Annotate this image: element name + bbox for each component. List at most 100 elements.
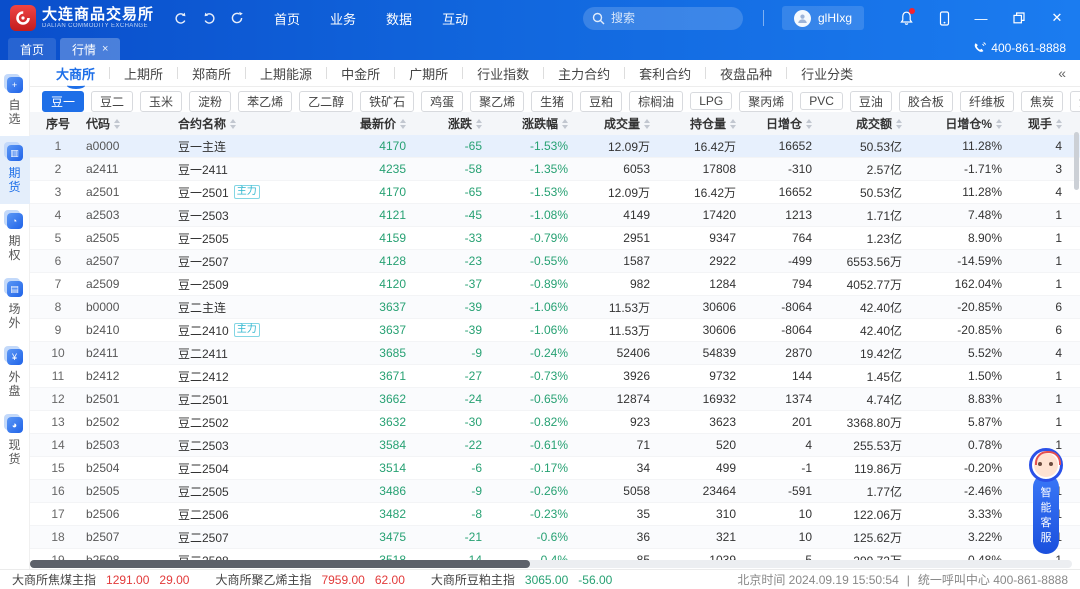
notifications-bell-icon[interactable]: [894, 6, 918, 30]
commodity-chip-12[interactable]: LPG: [690, 92, 732, 110]
exchange-tab-10[interactable]: 行业分类: [787, 64, 867, 83]
table-row[interactable]: 17b2506豆二25063482-8-0.23%3531010122.06万3…: [30, 503, 1080, 526]
commodity-chip-18[interactable]: 焦炭: [1021, 91, 1063, 112]
commodity-chip-14[interactable]: PVC: [800, 92, 843, 110]
smart-customer-service-button[interactable]: 智能客服: [1028, 448, 1064, 554]
column-header-5[interactable]: 涨跌幅: [496, 112, 582, 135]
table-row[interactable]: 2a2411豆一24114235-58-1.35%605317808-3102.…: [30, 158, 1080, 181]
sidebar-item-5[interactable]: ◕现货: [0, 408, 30, 476]
nav-item-1[interactable]: 业务: [328, 5, 358, 32]
table-row[interactable]: 13b2502豆二25023632-30-0.82%92336232013368…: [30, 411, 1080, 434]
commodity-chip-17[interactable]: 纤维板: [960, 91, 1014, 112]
table-row[interactable]: 3a2501豆一2501主力4170-65-1.53%12.09万16.42万1…: [30, 181, 1080, 204]
index-quote-1[interactable]: 大商所聚乙烯主指7959.0062.00: [215, 571, 404, 588]
sort-icon[interactable]: [114, 119, 120, 129]
table-row[interactable]: 14b2503豆二25033584-22-0.61%715204255.53万0…: [30, 434, 1080, 457]
column-header-6[interactable]: 成交量: [582, 112, 664, 135]
minimize-button[interactable]: —: [968, 6, 994, 30]
window-tab-1[interactable]: 行情×: [60, 38, 120, 60]
collapse-icon[interactable]: «: [1054, 65, 1070, 81]
sort-icon[interactable]: [400, 119, 406, 129]
column-header-4[interactable]: 涨跌: [420, 112, 496, 135]
commodity-chip-10[interactable]: 豆粕: [580, 91, 622, 112]
commodity-chip-7[interactable]: 鸡蛋: [421, 91, 463, 112]
column-header-11[interactable]: 现手: [1016, 112, 1076, 135]
exchange-tab-6[interactable]: 行业指数: [463, 64, 543, 83]
close-tab-icon[interactable]: ×: [102, 43, 108, 55]
exchange-tab-5[interactable]: 广期所: [395, 64, 462, 83]
index-quote-0[interactable]: 大商所焦煤主指1291.0029.00: [12, 571, 189, 588]
commodity-chip-16[interactable]: 胶合板: [899, 91, 953, 112]
commodity-chip-2[interactable]: 玉米: [140, 91, 182, 112]
column-header-0[interactable]: 序号: [30, 112, 86, 135]
table-row[interactable]: 18b2507豆二25073475-21-0.6%3632110125.62万3…: [30, 526, 1080, 549]
commodity-chip-5[interactable]: 乙二醇: [299, 91, 353, 112]
commodity-chip-0[interactable]: 豆一: [42, 91, 84, 112]
search-input[interactable]: [583, 7, 743, 30]
table-row[interactable]: 11b2412豆二24123671-27-0.73%392697321441.4…: [30, 365, 1080, 388]
table-row[interactable]: 12b2501豆二25013662-24-0.65%12874169321374…: [30, 388, 1080, 411]
sort-icon[interactable]: [806, 119, 812, 129]
commodity-chip-8[interactable]: 聚乙烯: [470, 91, 524, 112]
exchange-tab-4[interactable]: 中金所: [327, 64, 394, 83]
table-row[interactable]: 10b2411豆二24113685-9-0.24%524065483928701…: [30, 342, 1080, 365]
table-row[interactable]: 15b2504豆二25043514-6-0.17%34499-1119.86万-…: [30, 457, 1080, 480]
restore-button[interactable]: [1006, 6, 1032, 30]
exchange-tab-9[interactable]: 夜盘品种: [706, 64, 786, 83]
commodity-chip-13[interactable]: 聚丙烯: [739, 91, 793, 112]
sidebar-item-0[interactable]: +自选: [0, 68, 30, 136]
nav-item-3[interactable]: 互动: [440, 5, 470, 32]
sort-icon[interactable]: [476, 119, 482, 129]
commodity-chip-9[interactable]: 生猪: [531, 91, 573, 112]
sidebar-item-2[interactable]: ◔期权: [0, 204, 30, 272]
table-row[interactable]: 9b2410豆二2410主力3637-39-1.06%11.53万30606-8…: [30, 319, 1080, 342]
commodity-chip-4[interactable]: 苯乙烯: [238, 91, 292, 112]
sort-icon[interactable]: [896, 119, 902, 129]
user-menu[interactable]: glHIxg: [782, 6, 864, 30]
commodity-chip-6[interactable]: 铁矿石: [360, 91, 414, 112]
table-row[interactable]: 7a2509豆一25094120-37-0.89%98212847944052.…: [30, 273, 1080, 296]
table-row[interactable]: 8b0000豆二主连3637-39-1.06%11.53万30606-80644…: [30, 296, 1080, 319]
horizontal-scrollbar-thumb[interactable]: [30, 560, 530, 568]
commodity-chip-15[interactable]: 豆油: [850, 91, 892, 112]
sort-icon[interactable]: [730, 119, 736, 129]
column-header-2[interactable]: 合约名称: [178, 112, 336, 135]
column-header-3[interactable]: 最新价: [336, 112, 420, 135]
commodity-chip-1[interactable]: 豆二: [91, 91, 133, 112]
sort-icon[interactable]: [562, 119, 568, 129]
sort-icon[interactable]: [230, 119, 236, 129]
horizontal-scrollbar-track[interactable]: [30, 560, 1072, 568]
commodity-chip-3[interactable]: 淀粉: [189, 91, 231, 112]
exchange-tab-3[interactable]: 上期能源: [246, 64, 326, 83]
exchange-tab-2[interactable]: 郑商所: [178, 64, 245, 83]
commodity-chip-11[interactable]: 棕榈油: [629, 91, 683, 112]
close-button[interactable]: ✕: [1044, 6, 1070, 30]
sidebar-item-4[interactable]: ¥外盘: [0, 340, 30, 408]
refresh-icon[interactable]: [226, 7, 248, 29]
commodity-chip-19[interactable]: 焦煤: [1070, 91, 1080, 112]
back-icon[interactable]: [170, 7, 192, 29]
column-header-8[interactable]: 日增仓: [750, 112, 826, 135]
table-row[interactable]: 6a2507豆一25074128-23-0.55%15872922-499655…: [30, 250, 1080, 273]
table-row[interactable]: 1a0000豆一主连4170-65-1.53%12.09万16.42万16652…: [30, 135, 1080, 158]
table-row[interactable]: 16b2505豆二25053486-9-0.26%505823464-5911.…: [30, 480, 1080, 503]
nav-item-0[interactable]: 首页: [272, 5, 302, 32]
index-quote-2[interactable]: 大商所豆粕主指3065.00-56.00: [431, 571, 612, 588]
sort-icon[interactable]: [644, 119, 650, 129]
exchange-tab-0[interactable]: 大商所: [42, 64, 109, 83]
sidebar-item-1[interactable]: ▥期货: [0, 136, 30, 204]
column-header-7[interactable]: 持仓量: [664, 112, 750, 135]
column-header-9[interactable]: 成交额: [826, 112, 916, 135]
sidebar-item-3[interactable]: ▤场外: [0, 272, 30, 340]
window-tab-0[interactable]: 首页: [8, 38, 56, 60]
sort-icon[interactable]: [1056, 119, 1062, 129]
exchange-tab-7[interactable]: 主力合约: [544, 64, 624, 83]
table-row[interactable]: 4a2503豆一25034121-45-1.08%41491742012131.…: [30, 204, 1080, 227]
sort-icon[interactable]: [996, 119, 1002, 129]
exchange-tab-8[interactable]: 套利合约: [625, 64, 705, 83]
exchange-tab-1[interactable]: 上期所: [110, 64, 177, 83]
forward-icon[interactable]: [198, 7, 220, 29]
mobile-app-icon[interactable]: [932, 6, 956, 30]
column-header-1[interactable]: 代码: [86, 112, 178, 135]
table-row[interactable]: 5a2505豆一25054159-33-0.79%295193477641.23…: [30, 227, 1080, 250]
